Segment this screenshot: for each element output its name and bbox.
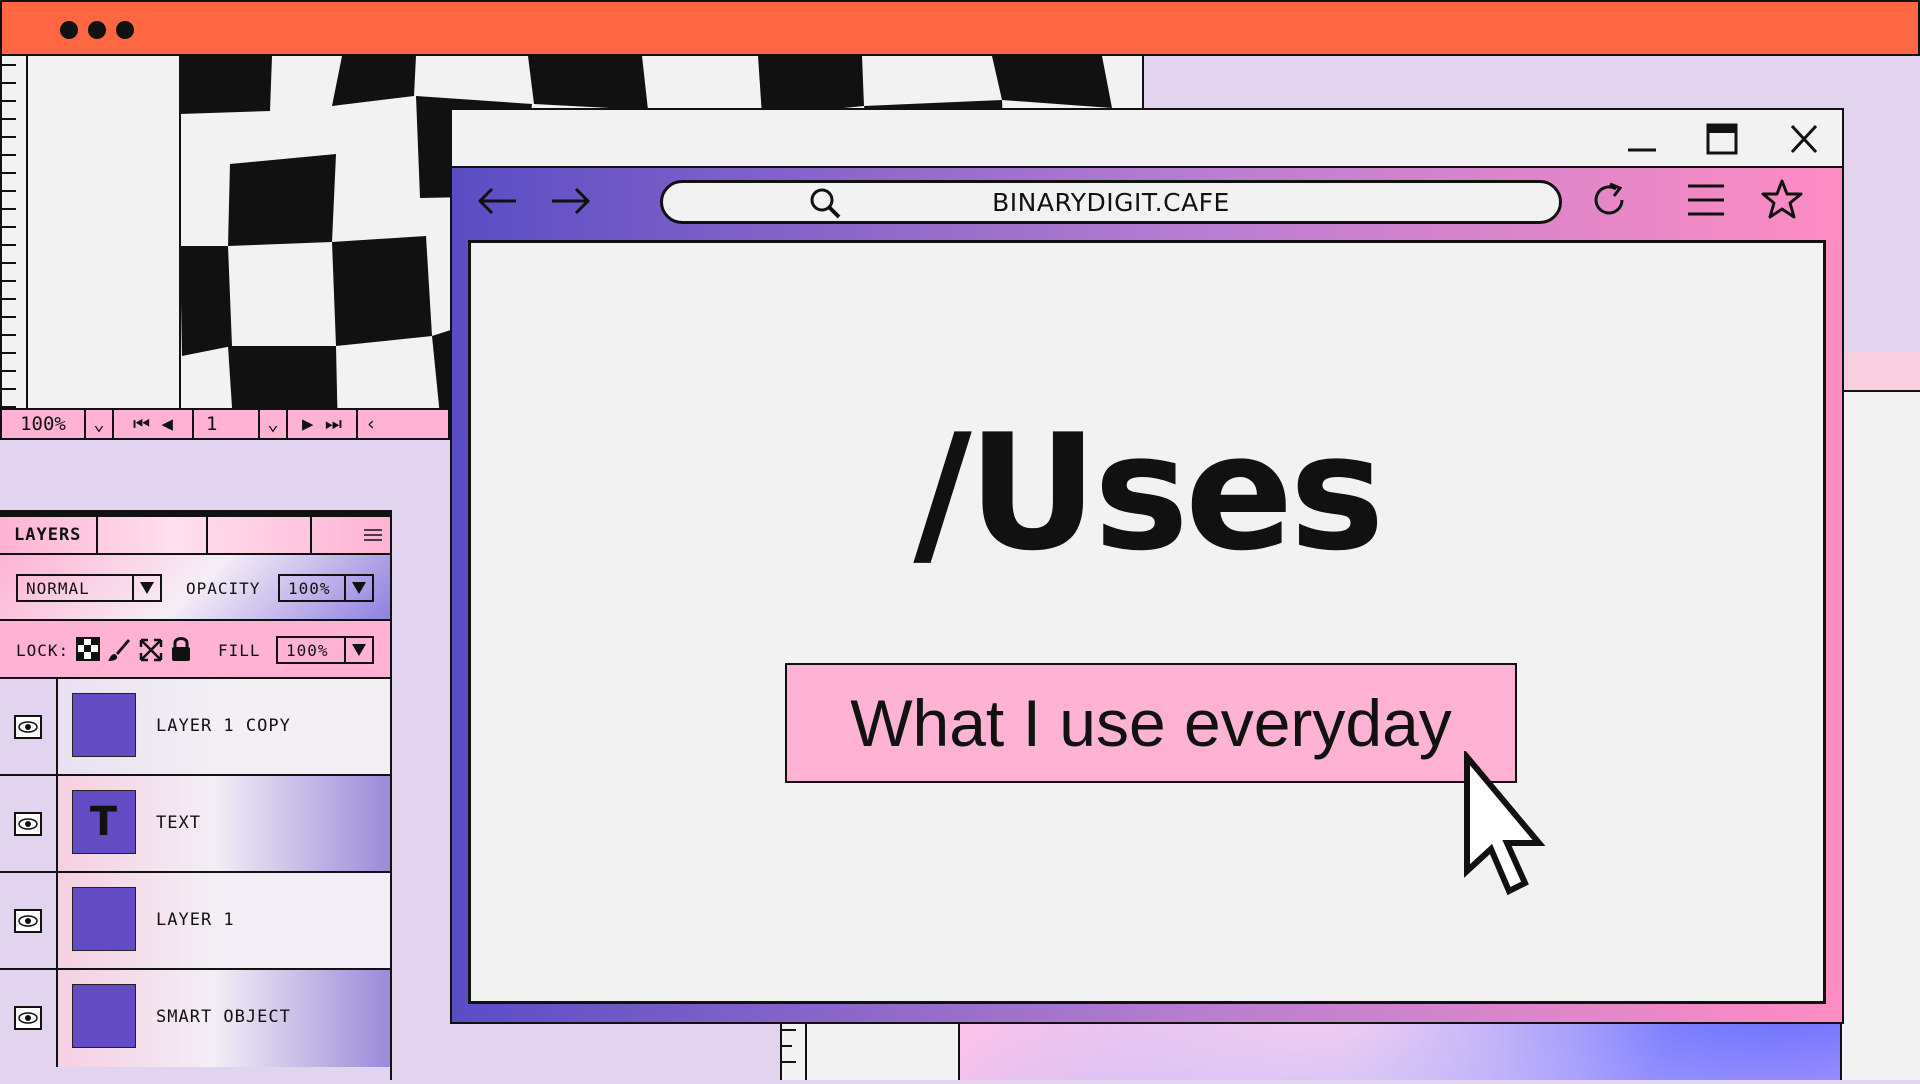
right-panel-header	[1842, 352, 1920, 392]
lock-move-icon[interactable]	[138, 637, 164, 663]
visibility-column	[0, 679, 58, 774]
window-dot-2[interactable]	[88, 21, 106, 39]
layer-name: LAYER 1	[156, 910, 235, 930]
canvas-nav-bar: 100% ⌄ ⏮ ◀ 1 ⌄ ▶ ⏭ ‹	[0, 408, 450, 440]
opacity-select[interactable]: 100%	[278, 574, 374, 602]
visibility-column	[0, 873, 58, 968]
layer-name: LAYER 1 COPY	[156, 716, 291, 736]
layers-panel: LAYERS NORMAL OPACITY 100% LOCK: FILL 10…	[0, 510, 392, 1080]
url-text: BINARYDIGIT.CAFE	[992, 187, 1230, 217]
scroll-left-icon[interactable]: ‹	[358, 410, 384, 438]
lock-brush-icon[interactable]	[106, 637, 132, 663]
fill-dropdown-icon	[344, 638, 372, 662]
layers-tab-bar: LAYERS	[0, 517, 390, 555]
layer-thumbnail	[72, 984, 136, 1048]
url-bar[interactable]: BINARYDIGIT.CAFE	[660, 180, 1562, 224]
layer-thumbnail	[72, 693, 136, 757]
page-dropdown-icon[interactable]: ⌄	[260, 410, 288, 438]
vertical-ruler	[2, 56, 28, 408]
lock-transparency-icon[interactable]	[76, 637, 100, 661]
lock-all-icon[interactable]	[170, 635, 192, 663]
star-icon[interactable]	[1760, 178, 1804, 220]
browser-chrome: BINARYDIGIT.CAFE /Uses What I use everyd…	[452, 168, 1842, 1022]
fill-value: 100%	[286, 640, 329, 660]
layer-row[interactable]: LAYER 1	[0, 873, 390, 970]
blend-row: NORMAL OPACITY 100%	[0, 555, 390, 621]
opacity-label: OPACITY	[186, 579, 261, 598]
forward-arrow-icon[interactable]	[548, 184, 592, 218]
layer-row[interactable]: LAYER 1 COPY	[0, 679, 390, 776]
blend-mode-select[interactable]: NORMAL	[16, 574, 162, 602]
page-number[interactable]: 1	[194, 410, 260, 438]
page-heading: /Uses	[913, 399, 1384, 586]
menu-icon[interactable]	[1686, 182, 1726, 218]
tab-3[interactable]	[208, 517, 312, 553]
window-dot-3[interactable]	[116, 21, 134, 39]
close-icon[interactable]	[1786, 122, 1822, 156]
bottom-ruler	[780, 1020, 960, 1080]
tab-2[interactable]	[98, 517, 208, 553]
zoom-value[interactable]: 100%	[2, 410, 86, 438]
page-content: /Uses What I use everyday	[468, 240, 1826, 1004]
layer-name: TEXT	[156, 813, 201, 833]
right-panel	[1840, 352, 1920, 1080]
panel-menu-icon[interactable]	[312, 517, 390, 553]
eye-icon[interactable]	[14, 812, 42, 836]
lock-row: LOCK: FILL 100%	[0, 621, 390, 679]
zoom-dropdown-icon[interactable]: ⌄	[86, 410, 114, 438]
fill-label: FILL	[218, 641, 261, 660]
maximize-icon[interactable]	[1704, 122, 1740, 156]
tab-layers[interactable]: LAYERS	[0, 517, 98, 553]
layer-row[interactable]: T TEXT	[0, 776, 390, 873]
visibility-column	[0, 970, 58, 1067]
ruler-ticks	[782, 1020, 807, 1080]
uses-button[interactable]: What I use everyday	[785, 663, 1517, 783]
first-prev-page-icons[interactable]: ⏮ ◀	[114, 410, 194, 438]
lock-label: LOCK:	[16, 641, 70, 660]
opacity-value: 100%	[288, 578, 331, 598]
browser-titlebar	[452, 110, 1842, 168]
eye-icon[interactable]	[14, 1006, 42, 1030]
browser-window: BINARYDIGIT.CAFE /Uses What I use everyd…	[450, 108, 1844, 1024]
text-layer-thumbnail: T	[72, 790, 136, 854]
blend-dropdown-icon	[132, 576, 160, 600]
next-last-page-icons[interactable]: ▶ ⏭	[288, 410, 358, 438]
layer-row[interactable]: SMART OBJECT	[0, 970, 390, 1067]
blend-mode-value: NORMAL	[26, 578, 90, 598]
layer-name: SMART OBJECT	[156, 1007, 291, 1027]
pixel-cursor-icon	[1464, 751, 1546, 896]
window-dot-1[interactable]	[60, 21, 78, 39]
layer-thumbnail	[72, 887, 136, 951]
fill-select[interactable]: 100%	[276, 636, 374, 664]
opacity-dropdown-icon	[344, 576, 372, 600]
back-arrow-icon[interactable]	[476, 184, 520, 218]
eye-icon[interactable]	[14, 715, 42, 739]
eye-icon[interactable]	[14, 909, 42, 933]
editor-titlebar	[0, 0, 1920, 56]
visibility-column	[0, 776, 58, 871]
minimize-icon[interactable]	[1624, 122, 1660, 156]
reload-icon[interactable]	[1590, 180, 1630, 220]
